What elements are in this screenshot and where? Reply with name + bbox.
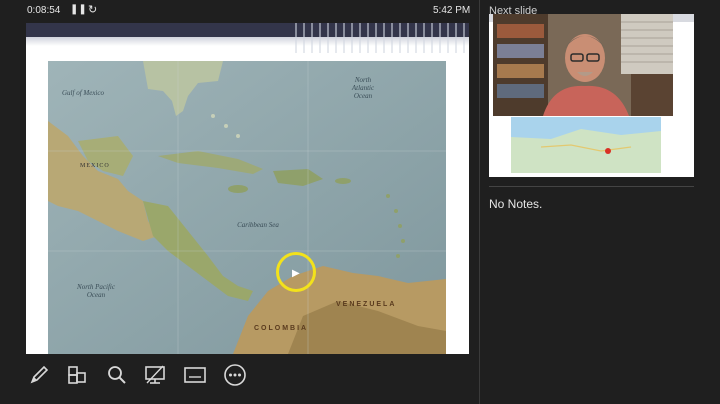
webcam-video bbox=[493, 14, 673, 116]
label-gulf-of-mexico: Gulf of Mexico bbox=[62, 89, 104, 97]
label-caribbean-sea: Caribbean Sea bbox=[237, 221, 279, 229]
elapsed-timer: 0:08:54 bbox=[27, 5, 61, 16]
mouse-cursor-icon: ▶ bbox=[292, 268, 300, 279]
current-time: 5:42 PM bbox=[433, 5, 471, 16]
presenter-top-bar: 0:08:54 ❚❚ ↻ 5:42 PM bbox=[0, 0, 480, 22]
label-mexico: MEXICO bbox=[80, 163, 110, 169]
label-venezuela: VENEZUELA bbox=[336, 301, 397, 308]
caribbean-map-image: Gulf of Mexico North Atlantic Ocean Cari… bbox=[48, 61, 446, 354]
label-north-pacific: North Pacific Ocean bbox=[77, 283, 115, 299]
subtitles-icon[interactable] bbox=[182, 362, 208, 388]
more-options-icon[interactable] bbox=[222, 362, 248, 388]
black-screen-icon[interactable] bbox=[142, 362, 168, 388]
notes-divider bbox=[489, 186, 694, 187]
slide-header-stripes bbox=[289, 23, 469, 53]
reset-icon[interactable]: ↻ bbox=[88, 3, 97, 16]
pause-icon[interactable]: ❚❚ bbox=[70, 4, 87, 15]
current-slide[interactable]: Gulf of Mexico North Atlantic Ocean Cari… bbox=[26, 23, 469, 354]
zoom-icon[interactable] bbox=[104, 362, 130, 388]
pen-tool-icon[interactable] bbox=[26, 362, 52, 388]
map-graphic bbox=[48, 61, 446, 354]
speaker-notes: No Notes. bbox=[489, 197, 543, 211]
next-slide-map-thumbnail bbox=[511, 117, 661, 173]
label-north-atlantic: North Atlantic Ocean bbox=[351, 76, 375, 100]
pane-divider[interactable] bbox=[479, 0, 480, 404]
label-colombia: COLOMBIA bbox=[254, 325, 309, 332]
see-all-slides-icon[interactable] bbox=[64, 362, 90, 388]
